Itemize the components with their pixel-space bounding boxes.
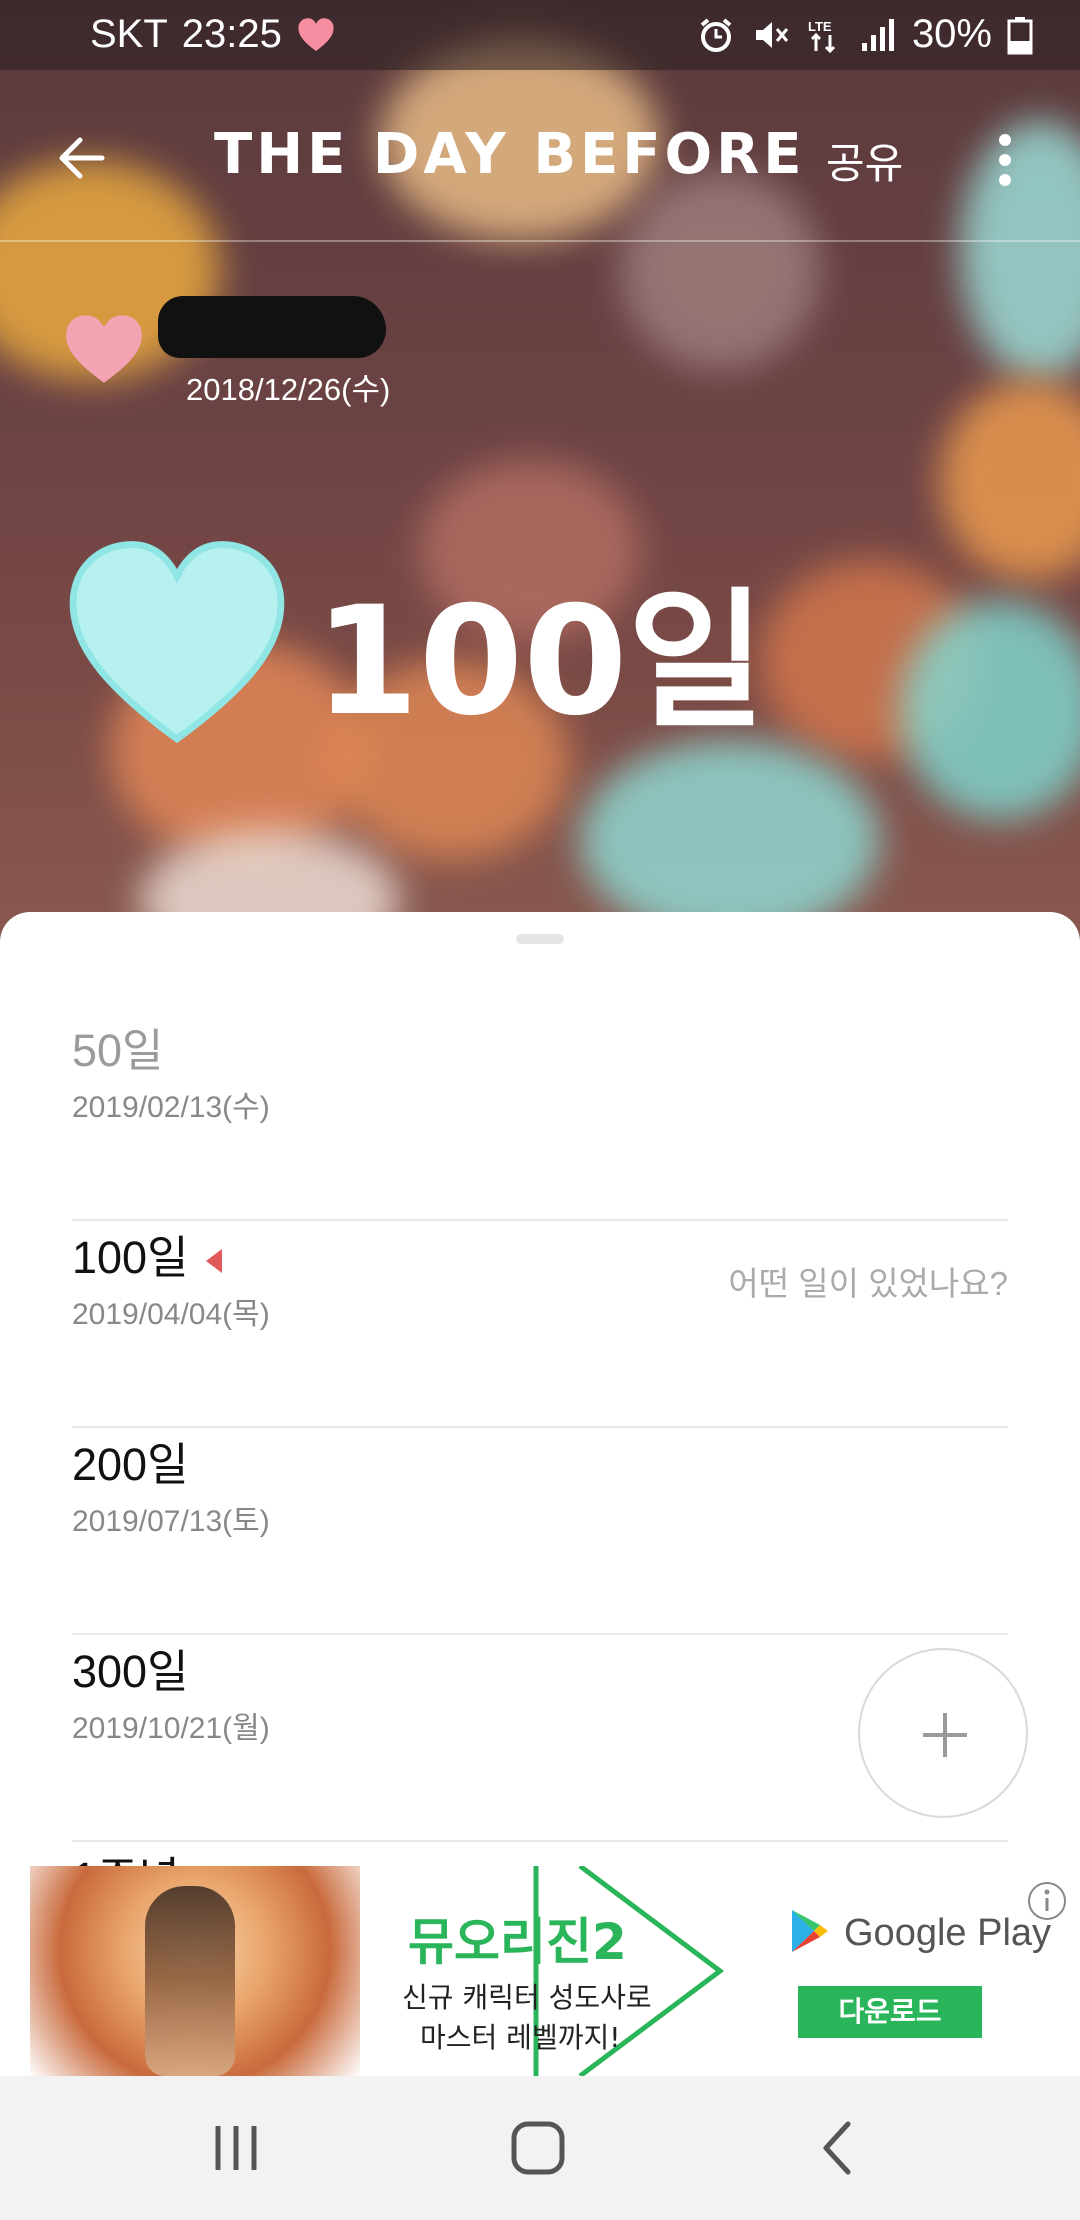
milestone-date: 2019/02/13(수) xyxy=(72,1091,270,1124)
google-play-icon xyxy=(790,1908,830,1958)
battery-icon xyxy=(1006,15,1046,55)
ad-subtitle-1: 신규 캐릭터 성도사로 xyxy=(402,1981,652,2014)
current-marker-icon xyxy=(206,1249,223,1274)
plus-icon xyxy=(920,1710,970,1760)
milestone-date: 2019/04/04(목) xyxy=(72,1298,270,1331)
svg-text:LTE: LTE xyxy=(808,19,832,34)
share-button[interactable]: 공유 xyxy=(826,130,903,191)
milestone-title-text: 100일 xyxy=(72,1232,189,1283)
milestone-row[interactable]: 200일 2019/07/13(토) xyxy=(72,1428,1008,1635)
milestone-title: 300일 xyxy=(72,1646,189,1697)
profile-heart-icon[interactable] xyxy=(62,312,146,386)
system-nav-bar xyxy=(0,2076,1080,2220)
status-bar: SKT 23:25 LTE 30% xyxy=(0,0,1080,70)
milestone-title: 100일 xyxy=(72,1221,223,1286)
battery-percent: 30% xyxy=(911,12,992,56)
ad-download-button[interactable]: 다운로드 xyxy=(798,1986,982,2038)
back-arrow-icon[interactable] xyxy=(52,128,112,188)
google-play-badge: Google Play xyxy=(790,1908,1051,1958)
milestone-date: 2019/10/21(월) xyxy=(72,1712,270,1745)
ad-banner[interactable]: 뮤오리진2 신규 캐릭터 성도사로 마스터 레벨까지! Google Play … xyxy=(0,1866,1080,2076)
milestone-row[interactable]: 50일 2019/02/13(수) xyxy=(72,1014,1008,1221)
signal-icon xyxy=(858,15,898,55)
clock: 23:25 xyxy=(181,12,282,56)
home-icon[interactable] xyxy=(508,2118,568,2178)
ad-subtitle-2: 마스터 레벨까지! xyxy=(420,2021,621,2054)
ad-info-icon[interactable] xyxy=(1026,1880,1068,1922)
sheet-handle[interactable] xyxy=(516,934,564,944)
redacted-name xyxy=(158,296,386,358)
memo-prompt[interactable]: 어떤 일이 있었나요? xyxy=(728,1257,1008,1305)
heart-icon xyxy=(296,15,336,55)
milestone-title: 50일 xyxy=(72,1025,164,1076)
ad-character-figure xyxy=(145,1886,235,2076)
milestone-date: 2019/07/13(토) xyxy=(72,1505,270,1538)
app-bar: THE DAY BEFORE 공유 xyxy=(0,70,1080,240)
day-count: 100일 xyxy=(314,575,766,749)
app-logo: THE DAY BEFORE xyxy=(214,122,806,187)
mute-icon xyxy=(750,15,790,55)
milestone-row-current[interactable]: 100일 2019/04/04(목) 어떤 일이 있었나요? xyxy=(72,1221,1008,1428)
back-nav-icon[interactable] xyxy=(808,2118,868,2178)
carrier-label: SKT xyxy=(90,12,168,56)
more-vert-icon[interactable] xyxy=(990,130,1020,190)
milestone-title: 200일 xyxy=(72,1439,189,1490)
recent-apps-icon[interactable] xyxy=(206,2118,266,2178)
google-play-label: Google Play xyxy=(844,1911,1052,1954)
app-bar-divider xyxy=(0,240,1080,242)
alarm-icon xyxy=(696,15,736,55)
start-date: 2018/12/26(수) xyxy=(186,372,391,407)
add-button[interactable] xyxy=(858,1648,1028,1818)
ad-title: 뮤오리진2 xyxy=(408,1913,627,1971)
milestone-sheet: 50일 2019/02/13(수) 100일 2019/04/04(목) 어떤 … xyxy=(0,912,1080,2012)
lte-icon: LTE xyxy=(804,15,844,55)
